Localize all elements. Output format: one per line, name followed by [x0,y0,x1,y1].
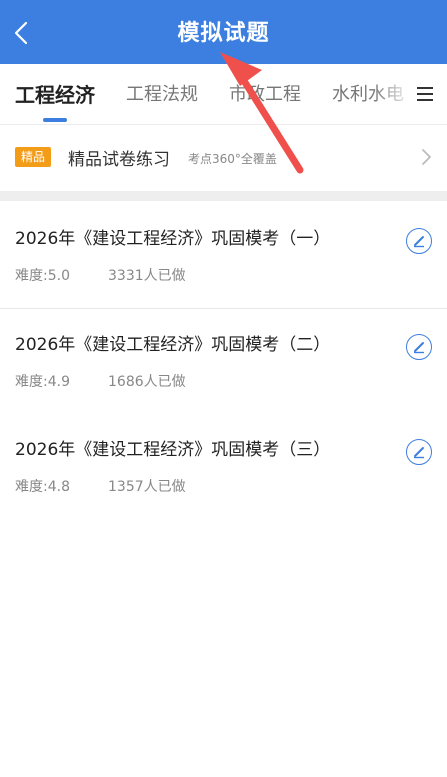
header-bar: 模拟试题 [0,0,447,64]
paper-item[interactable]: 2026年《建设工程经济》巩固模考（三） 难度:4.8 1357人已做 [0,413,447,519]
page-title: 模拟试题 [177,21,270,46]
chevron-left-icon [14,21,28,45]
pencil-icon [414,236,424,248]
pencil-icon [414,447,424,459]
paper-title: 2026年《建设工程经济》巩固模考（二） [15,335,331,355]
paper-attempt-count: 1686人已做 [108,374,186,390]
active-tab-indicator [43,118,67,122]
start-exam-button[interactable] [406,228,432,254]
chevron-right-icon [422,149,431,165]
banner-title: 精品试卷练习 [68,150,170,170]
start-exam-button[interactable] [406,334,432,360]
paper-title: 2026年《建设工程经济》巩固模考（一） [15,229,331,249]
tab-engineering-regulations[interactable]: 工程法规 [126,64,198,124]
premium-badge: 精品 [15,147,52,167]
paper-title: 2026年《建设工程经济》巩固模考（三） [15,440,331,460]
paper-attempt-count: 1357人已做 [108,479,186,495]
start-exam-button[interactable] [406,439,432,465]
paper-attempt-count: 3331人已做 [108,268,186,284]
tab-engineering-economics[interactable]: 工程经济 [15,64,95,124]
tab-municipal-engineering[interactable]: 市政工程 [229,64,301,124]
paper-difficulty: 难度:5.0 [15,268,70,284]
banner-subtitle: 考点360°全覆盖 [188,152,277,166]
section-divider [0,191,447,201]
tabs-menu-button[interactable] [415,84,435,104]
premium-papers-banner[interactable]: 精品 精品试卷练习 考点360°全覆盖 [0,125,447,191]
paper-difficulty: 难度:4.8 [15,479,70,495]
paper-item[interactable]: 2026年《建设工程经济》巩固模考（二） 难度:4.9 1686人已做 [0,308,447,414]
paper-item[interactable]: 2026年《建设工程经济》巩固模考（一） 难度:5.0 3331人已做 [0,202,447,308]
pencil-icon [414,342,424,354]
back-button[interactable] [6,16,36,50]
tabs-fade-overlay [373,64,413,124]
hamburger-menu-icon [417,87,433,101]
paper-difficulty: 难度:4.9 [15,374,70,390]
